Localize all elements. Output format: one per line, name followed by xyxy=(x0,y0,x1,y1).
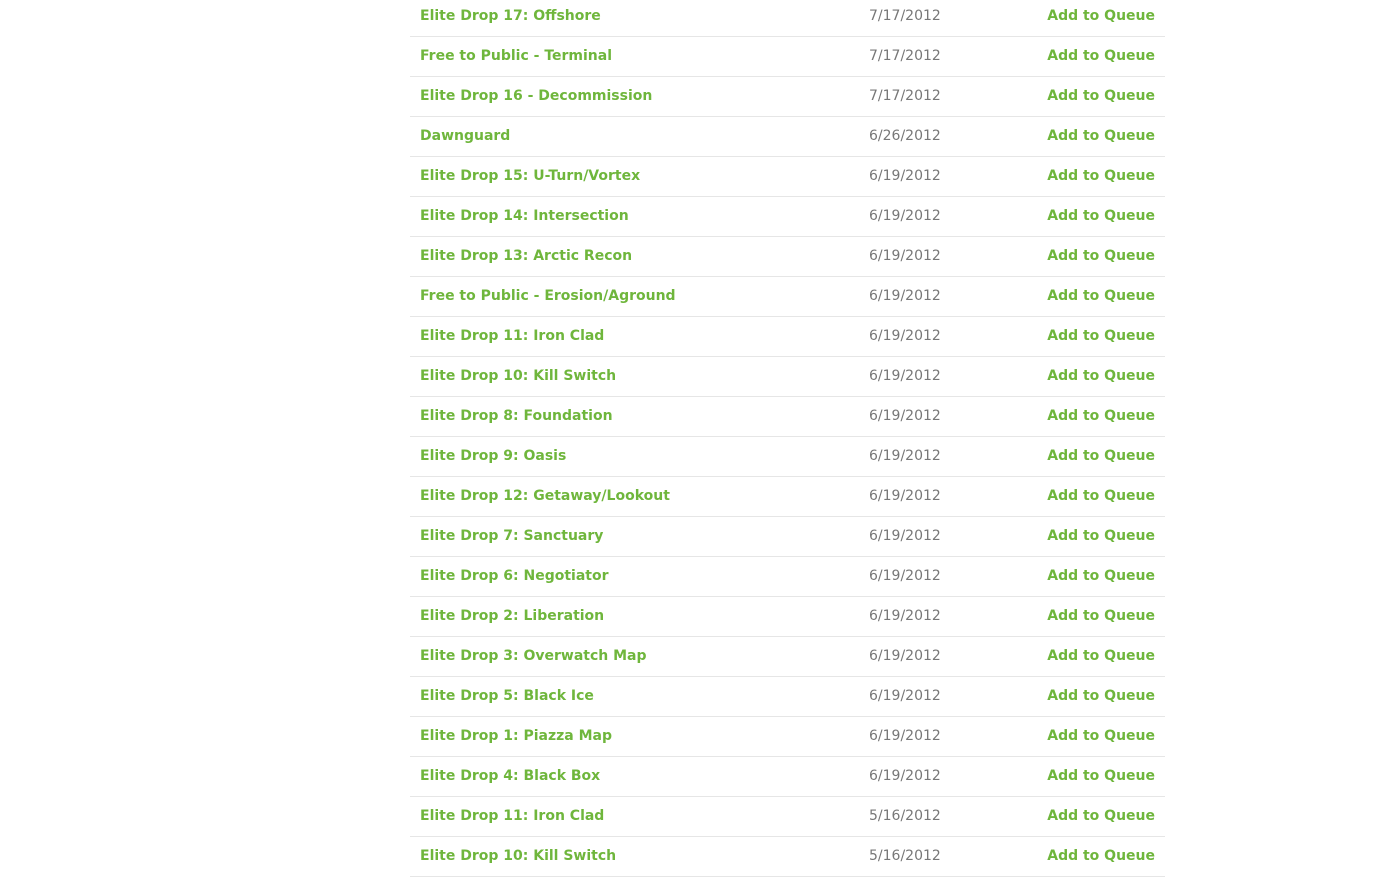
list-item: Elite Drop 13: Arctic Recon 6/19/2012 Ad… xyxy=(410,237,1165,277)
content-title-link[interactable]: Elite Drop 13: Arctic Recon xyxy=(420,237,632,276)
release-date: 6/19/2012 xyxy=(869,568,941,584)
release-date: 6/19/2012 xyxy=(869,288,941,304)
list-item: Elite Drop 2: Liberation 6/19/2012 Add t… xyxy=(410,597,1165,637)
add-to-queue-link[interactable]: Add to Queue xyxy=(1047,477,1155,516)
content-title-link[interactable]: Elite Drop 8: Foundation xyxy=(420,397,613,436)
content-title-link[interactable]: Elite Drop 10: Kill Switch xyxy=(420,357,616,396)
release-date: 6/19/2012 xyxy=(869,248,941,264)
content-title-link[interactable]: Elite Drop 7: Sanctuary xyxy=(420,517,603,556)
release-date: 6/26/2012 xyxy=(869,128,941,144)
content-title-link[interactable]: Free to Public - Erosion/Aground xyxy=(420,277,676,316)
content-title-link[interactable]: Free to Public - Terminal xyxy=(420,37,612,76)
download-history-list: Elite Drop 17: Offshore 7/17/2012 Add to… xyxy=(410,0,1165,877)
content-title-link[interactable]: Elite Drop 10: Kill Switch xyxy=(420,837,616,876)
content-title-link[interactable]: Elite Drop 16 - Decommission xyxy=(420,77,652,116)
list-item: Elite Drop 17: Offshore 7/17/2012 Add to… xyxy=(410,0,1165,37)
add-to-queue-link[interactable]: Add to Queue xyxy=(1047,597,1155,636)
content-title-link[interactable]: Elite Drop 15: U-Turn/Vortex xyxy=(420,157,640,196)
list-item: Elite Drop 11: Iron Clad 6/19/2012 Add t… xyxy=(410,317,1165,357)
list-item: Dawnguard 6/26/2012 Add to Queue xyxy=(410,117,1165,157)
add-to-queue-link[interactable]: Add to Queue xyxy=(1047,357,1155,396)
release-date: 6/19/2012 xyxy=(869,648,941,664)
list-item: Elite Drop 12: Getaway/Lookout 6/19/2012… xyxy=(410,477,1165,517)
list-item: Elite Drop 16 - Decommission 7/17/2012 A… xyxy=(410,77,1165,117)
release-date: 6/19/2012 xyxy=(869,408,941,424)
add-to-queue-link[interactable]: Add to Queue xyxy=(1047,117,1155,156)
release-date: 7/17/2012 xyxy=(869,48,941,64)
list-item: Elite Drop 4: Black Box 6/19/2012 Add to… xyxy=(410,757,1165,797)
list-item: Free to Public - Erosion/Aground 6/19/20… xyxy=(410,277,1165,317)
list-item: Elite Drop 1: Piazza Map 6/19/2012 Add t… xyxy=(410,717,1165,757)
content-title-link[interactable]: Elite Drop 11: Iron Clad xyxy=(420,797,604,836)
add-to-queue-link[interactable]: Add to Queue xyxy=(1047,437,1155,476)
add-to-queue-link[interactable]: Add to Queue xyxy=(1047,557,1155,596)
release-date: 6/19/2012 xyxy=(869,608,941,624)
add-to-queue-link[interactable]: Add to Queue xyxy=(1047,77,1155,116)
content-title-link[interactable]: Elite Drop 12: Getaway/Lookout xyxy=(420,477,670,516)
list-item: Elite Drop 14: Intersection 6/19/2012 Ad… xyxy=(410,197,1165,237)
add-to-queue-link[interactable]: Add to Queue xyxy=(1047,717,1155,756)
list-item: Free to Public - Terminal 7/17/2012 Add … xyxy=(410,37,1165,77)
list-item: Elite Drop 6: Negotiator 6/19/2012 Add t… xyxy=(410,557,1165,597)
list-item: Elite Drop 5: Black Ice 6/19/2012 Add to… xyxy=(410,677,1165,717)
list-item: Elite Drop 9: Oasis 6/19/2012 Add to Que… xyxy=(410,437,1165,477)
release-date: 7/17/2012 xyxy=(869,88,941,104)
content-title-link[interactable]: Elite Drop 17: Offshore xyxy=(420,0,601,36)
release-date: 6/19/2012 xyxy=(869,448,941,464)
release-date: 6/19/2012 xyxy=(869,488,941,504)
release-date: 6/19/2012 xyxy=(869,528,941,544)
add-to-queue-link[interactable]: Add to Queue xyxy=(1047,397,1155,436)
add-to-queue-link[interactable]: Add to Queue xyxy=(1047,0,1155,36)
release-date: 6/19/2012 xyxy=(869,768,941,784)
list-item: Elite Drop 15: U-Turn/Vortex 6/19/2012 A… xyxy=(410,157,1165,197)
release-date: 6/19/2012 xyxy=(869,368,941,384)
list-item: Elite Drop 7: Sanctuary 6/19/2012 Add to… xyxy=(410,517,1165,557)
content-title-link[interactable]: Elite Drop 9: Oasis xyxy=(420,437,566,476)
list-item: Elite Drop 3: Overwatch Map 6/19/2012 Ad… xyxy=(410,637,1165,677)
content-title-link[interactable]: Elite Drop 5: Black Ice xyxy=(420,677,594,716)
release-date: 6/19/2012 xyxy=(869,728,941,744)
release-date: 6/19/2012 xyxy=(869,168,941,184)
list-item: Elite Drop 10: Kill Switch 5/16/2012 Add… xyxy=(410,837,1165,877)
add-to-queue-link[interactable]: Add to Queue xyxy=(1047,277,1155,316)
content-title-link[interactable]: Elite Drop 4: Black Box xyxy=(420,757,600,796)
list-item: Elite Drop 10: Kill Switch 6/19/2012 Add… xyxy=(410,357,1165,397)
release-date: 7/17/2012 xyxy=(869,8,941,24)
add-to-queue-link[interactable]: Add to Queue xyxy=(1047,757,1155,796)
content-title-link[interactable]: Elite Drop 11: Iron Clad xyxy=(420,317,604,356)
release-date: 6/19/2012 xyxy=(869,688,941,704)
add-to-queue-link[interactable]: Add to Queue xyxy=(1047,637,1155,676)
add-to-queue-link[interactable]: Add to Queue xyxy=(1047,797,1155,836)
content-title-link[interactable]: Elite Drop 3: Overwatch Map xyxy=(420,637,647,676)
content-title-link[interactable]: Elite Drop 2: Liberation xyxy=(420,597,604,636)
add-to-queue-link[interactable]: Add to Queue xyxy=(1047,837,1155,876)
release-date: 5/16/2012 xyxy=(869,848,941,864)
list-item: Elite Drop 8: Foundation 6/19/2012 Add t… xyxy=(410,397,1165,437)
add-to-queue-link[interactable]: Add to Queue xyxy=(1047,157,1155,196)
add-to-queue-link[interactable]: Add to Queue xyxy=(1047,197,1155,236)
add-to-queue-link[interactable]: Add to Queue xyxy=(1047,517,1155,556)
add-to-queue-link[interactable]: Add to Queue xyxy=(1047,677,1155,716)
content-title-link[interactable]: Elite Drop 14: Intersection xyxy=(420,197,629,236)
content-title-link[interactable]: Elite Drop 1: Piazza Map xyxy=(420,717,612,756)
list-item: Elite Drop 11: Iron Clad 5/16/2012 Add t… xyxy=(410,797,1165,837)
release-date: 6/19/2012 xyxy=(869,208,941,224)
add-to-queue-link[interactable]: Add to Queue xyxy=(1047,317,1155,356)
content-title-link[interactable]: Elite Drop 6: Negotiator xyxy=(420,557,608,596)
release-date: 5/16/2012 xyxy=(869,808,941,824)
content-title-link[interactable]: Dawnguard xyxy=(420,117,510,156)
add-to-queue-link[interactable]: Add to Queue xyxy=(1047,37,1155,76)
add-to-queue-link[interactable]: Add to Queue xyxy=(1047,237,1155,276)
release-date: 6/19/2012 xyxy=(869,328,941,344)
